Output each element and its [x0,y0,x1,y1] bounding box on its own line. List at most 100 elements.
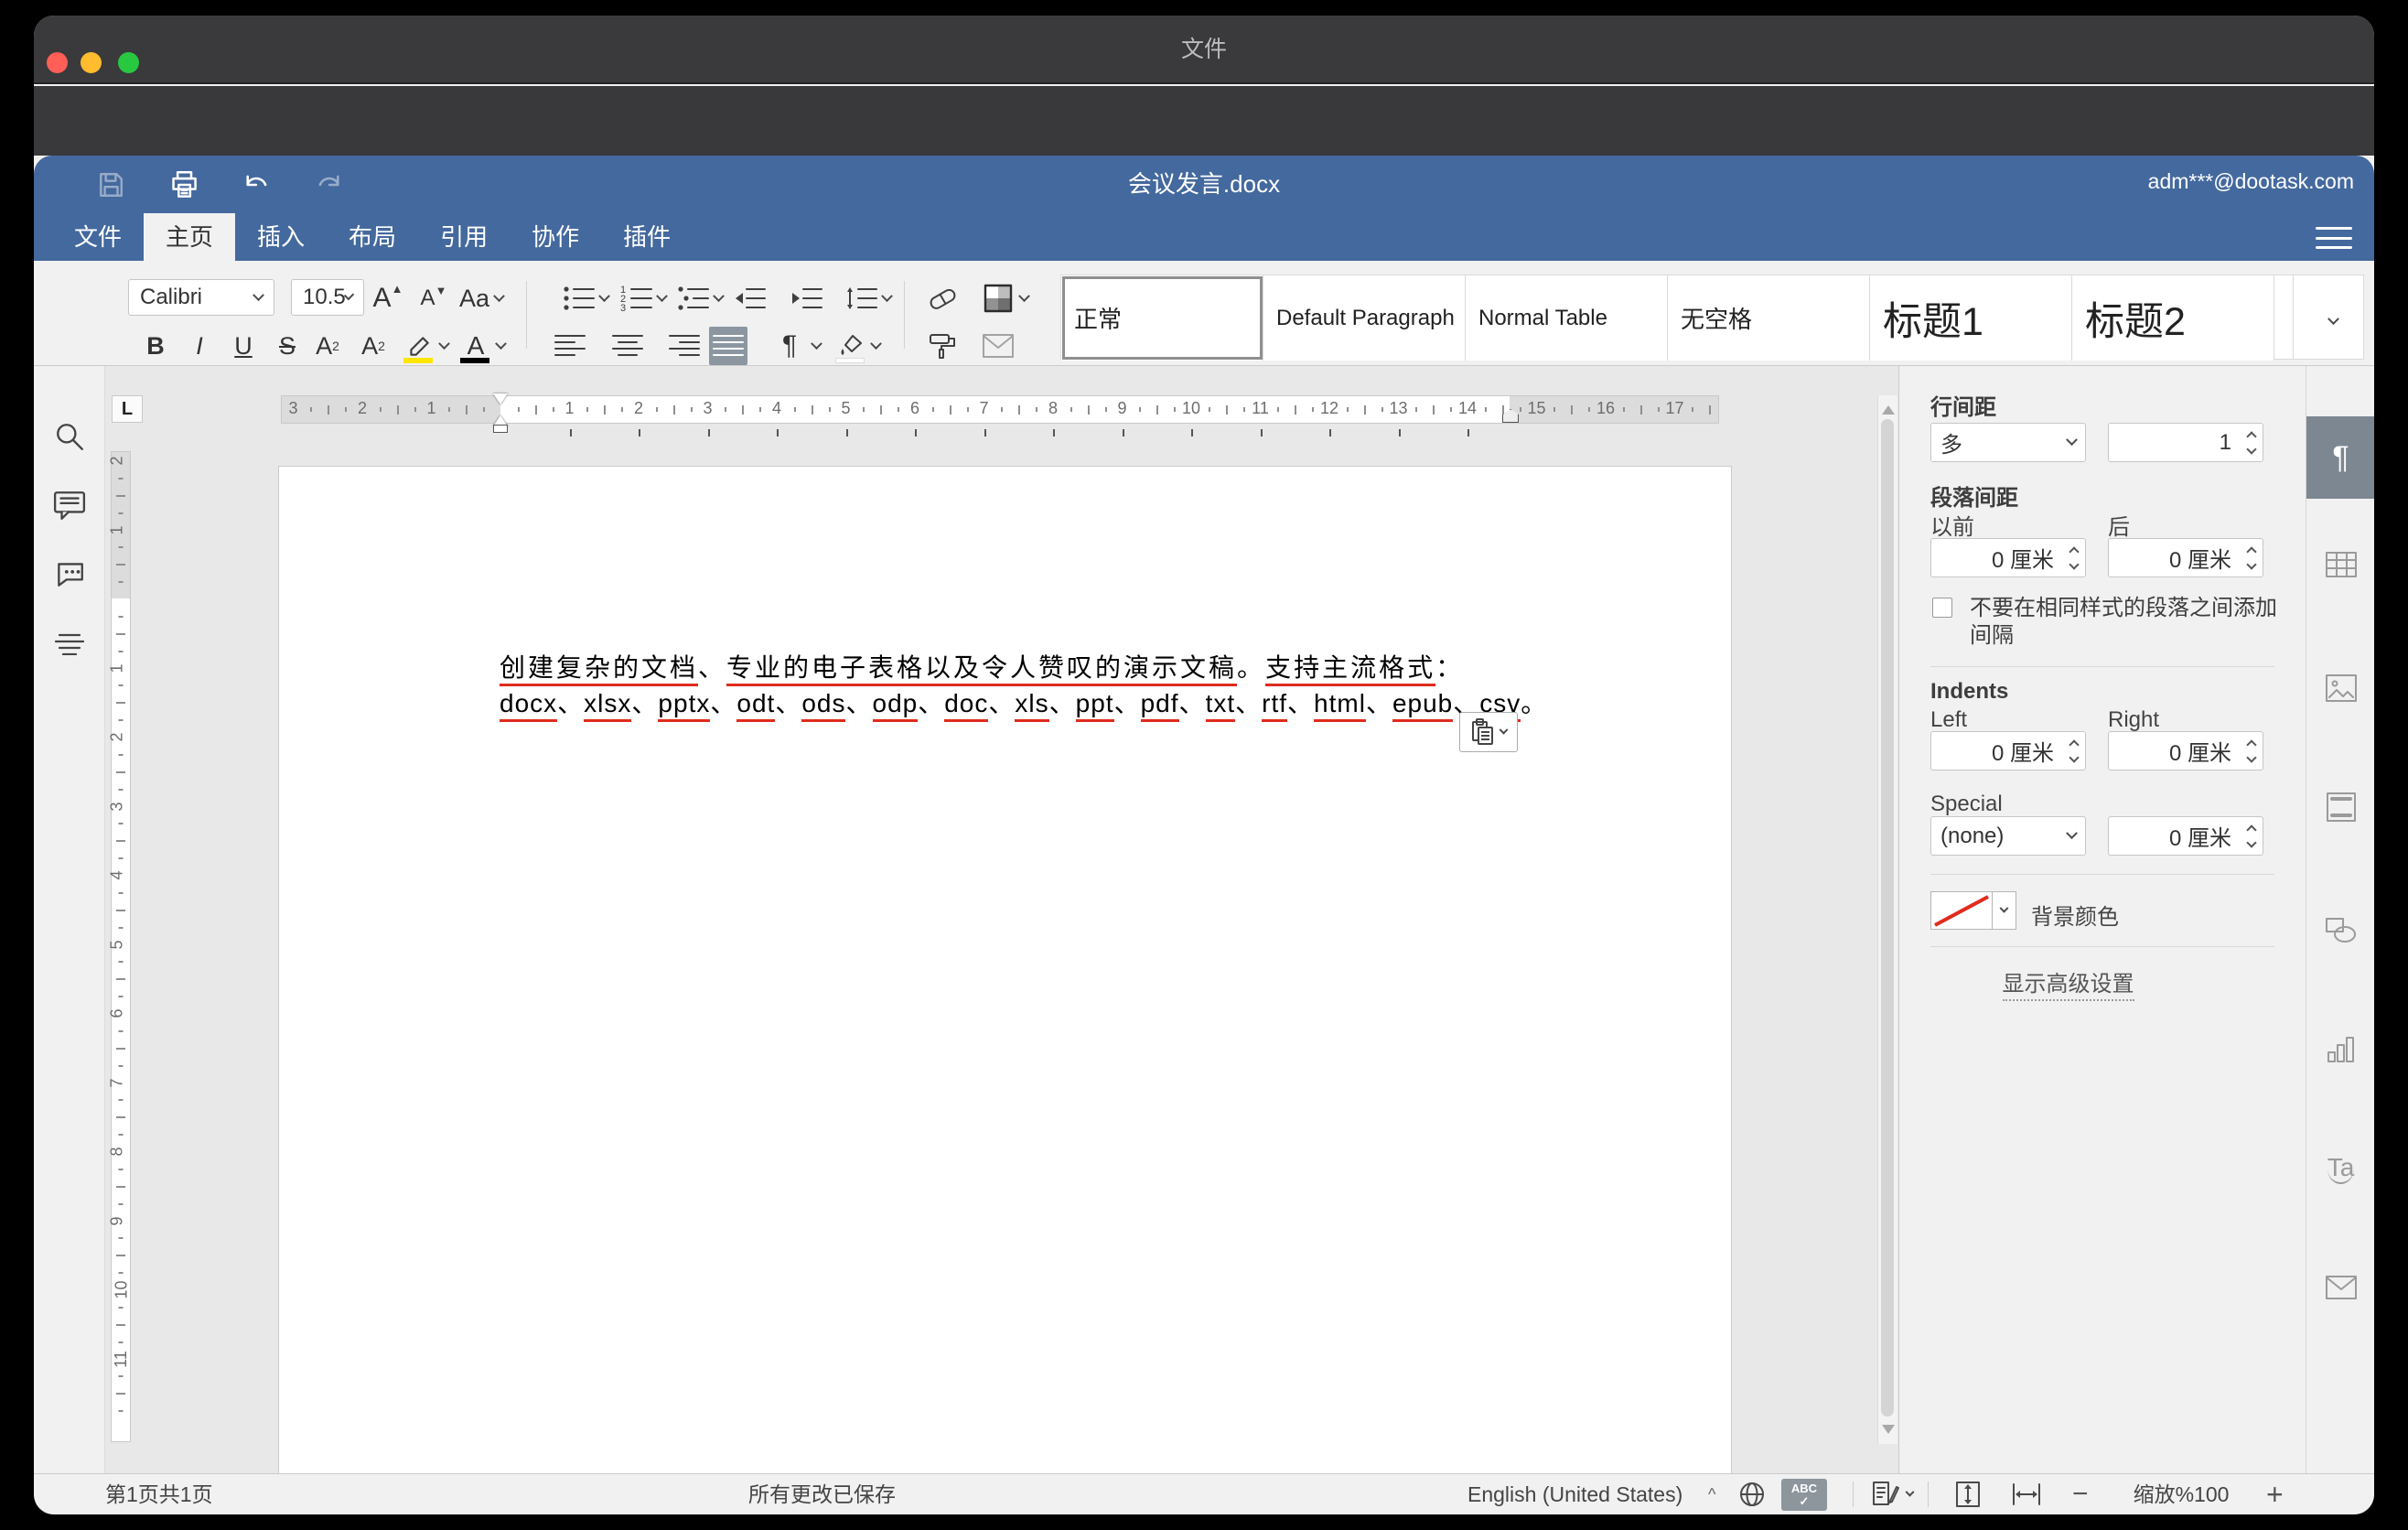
tab-plugins[interactable]: 插件 [601,213,693,261]
hanging-indent-marker[interactable] [493,408,508,426]
multilevel-list-button[interactable] [674,279,713,318]
comments-button[interactable] [50,486,89,524]
style-no-spacing[interactable]: 无空格 [1668,275,1870,361]
mail-merge-settings-tab[interactable] [2306,1258,2374,1317]
scroll-up-arrow[interactable] [1882,399,1895,415]
search-button[interactable] [50,417,89,456]
justify-button[interactable] [709,327,747,365]
vertical-ruler[interactable]: 121234567891011 [111,451,131,1442]
style-normal[interactable]: 正常 [1061,275,1263,361]
paragraph-shading-arrow[interactable] [866,327,885,365]
decrease-indent-button[interactable] [731,279,769,318]
header-footer-settings-tab[interactable] [2306,778,2374,836]
increase-indent-button[interactable] [788,279,826,318]
highlight-color-button[interactable] [400,327,438,365]
track-changes-button[interactable] [1867,1481,1904,1508]
tab-layout[interactable]: 布局 [327,213,418,261]
paragraph-marks-arrow[interactable] [807,327,825,365]
styles-gallery-expand[interactable] [2314,302,2352,340]
document-page[interactable]: 创建复杂的文档、专业的电子表格以及令人赞叹的演示文稿。支持主流格式： docx、… [279,467,1731,1473]
special-select[interactable]: (none) [1930,816,2086,856]
language-caret[interactable]: ^ [1708,1474,1715,1514]
background-color-swatch[interactable] [1930,891,1993,930]
language-selector[interactable]: English (United States) [1467,1474,1682,1514]
superscript-button[interactable]: A2 [308,327,347,365]
page-count-status[interactable]: 第1页共1页 [105,1474,213,1514]
spacing-after-spinner[interactable]: 0 厘米 [2108,538,2263,577]
font-color-arrow[interactable] [491,327,510,365]
spellcheck-button[interactable]: ABC✓ [1781,1479,1827,1511]
chart-settings-tab[interactable] [2306,1020,2374,1079]
shading-color-button[interactable] [979,279,1017,318]
underline-button[interactable]: U [224,327,263,365]
navigation-headings-button[interactable] [50,624,89,663]
strikeout-button[interactable]: S [268,327,306,365]
tab-file[interactable]: 文件 [52,213,144,261]
bold-button[interactable]: B [136,327,175,365]
special-amount-spinner[interactable]: 0 厘米 [2108,816,2263,856]
text-art-settings-tab[interactable]: Ta [2306,1139,2374,1198]
table-settings-tab[interactable] [2306,535,2374,594]
italic-button[interactable]: I [180,327,219,365]
tab-references[interactable]: 引用 [418,213,510,261]
line-spacing-value-spinner[interactable]: 1 [2108,423,2263,462]
tab-insert[interactable]: 插入 [235,213,327,261]
multilevel-arrow[interactable] [709,279,727,318]
vertical-scrollbar[interactable] [1877,395,1897,1444]
tab-stop-selector[interactable]: L [112,395,143,423]
style-heading2[interactable]: 标题2 [2072,275,2274,361]
style-normal-table[interactable]: Normal Table [1466,275,1668,361]
align-center-button[interactable] [608,327,647,365]
numbering-arrow[interactable] [652,279,671,318]
left-indent-marker[interactable] [493,425,508,433]
paragraph-settings-tab[interactable]: ¶ [2306,416,2374,499]
hamburger-menu-icon[interactable] [2316,224,2352,252]
bullets-button[interactable] [560,279,598,318]
indent-right-spinner[interactable]: 0 厘米 [2108,731,2263,770]
shape-settings-tab[interactable] [2306,901,2374,960]
fit-width-button[interactable] [2008,1481,2045,1508]
image-settings-tab[interactable] [2306,659,2374,717]
no-space-between-checkbox[interactable] [1932,598,1952,618]
paragraph-marks-button[interactable]: ¶ [770,327,809,365]
font-name-select[interactable]: Calibri [128,279,274,316]
shading-color-arrow[interactable] [1015,279,1033,318]
style-default-paragraph[interactable]: Default Paragraph [1263,275,1466,361]
font-color-button[interactable]: A [457,327,495,365]
increase-font-button[interactable]: A▲ [369,279,407,318]
font-size-select[interactable]: 10.5 [291,279,364,316]
line-spacing-button[interactable] [843,279,881,318]
style-heading1[interactable]: 标题1 [1870,275,2072,361]
background-color-arrow[interactable] [1993,891,2016,930]
paragraph-shading-button[interactable] [832,327,870,365]
subscript-button[interactable]: A2 [354,327,392,365]
zoom-in-button[interactable]: + [2266,1474,2284,1514]
decrease-font-button[interactable]: A▼ [414,279,453,318]
line-spacing-type-select[interactable]: 多 [1930,423,2086,462]
show-advanced-settings-link[interactable]: 显示高级设置 [1899,965,2237,997]
align-right-button[interactable] [665,327,704,365]
clear-style-button[interactable] [923,279,962,318]
mail-merge-button[interactable] [979,327,1017,365]
horizontal-ruler[interactable]: 1231234567891011121314151617 [281,395,1719,424]
copy-style-button[interactable] [923,327,962,365]
paste-options-button[interactable] [1459,712,1518,752]
set-language-button[interactable] [1734,1481,1770,1508]
zoom-out-button[interactable]: − [2072,1474,2089,1514]
bullets-arrow[interactable] [595,279,613,318]
scrollbar-thumb[interactable] [1881,419,1894,1417]
highlight-color-arrow[interactable] [435,327,453,365]
track-changes-arrow[interactable] [1900,1481,1919,1508]
align-left-button[interactable] [551,327,589,365]
spacing-before-spinner[interactable]: 0 厘米 [1930,538,2086,577]
numbering-button[interactable]: 123 [618,279,656,318]
scroll-down-arrow[interactable] [1882,1425,1895,1440]
line-spacing-arrow[interactable] [877,279,896,318]
indent-left-spinner[interactable]: 0 厘米 [1930,731,2086,770]
zoom-level[interactable]: 缩放%100 [2122,1474,2241,1514]
change-case-button[interactable]: Aa [455,279,508,318]
tab-home[interactable]: 主页 [144,213,235,261]
tab-collaboration[interactable]: 协作 [510,213,601,261]
chat-button[interactable] [50,555,89,593]
fit-page-button[interactable] [1950,1481,1986,1508]
